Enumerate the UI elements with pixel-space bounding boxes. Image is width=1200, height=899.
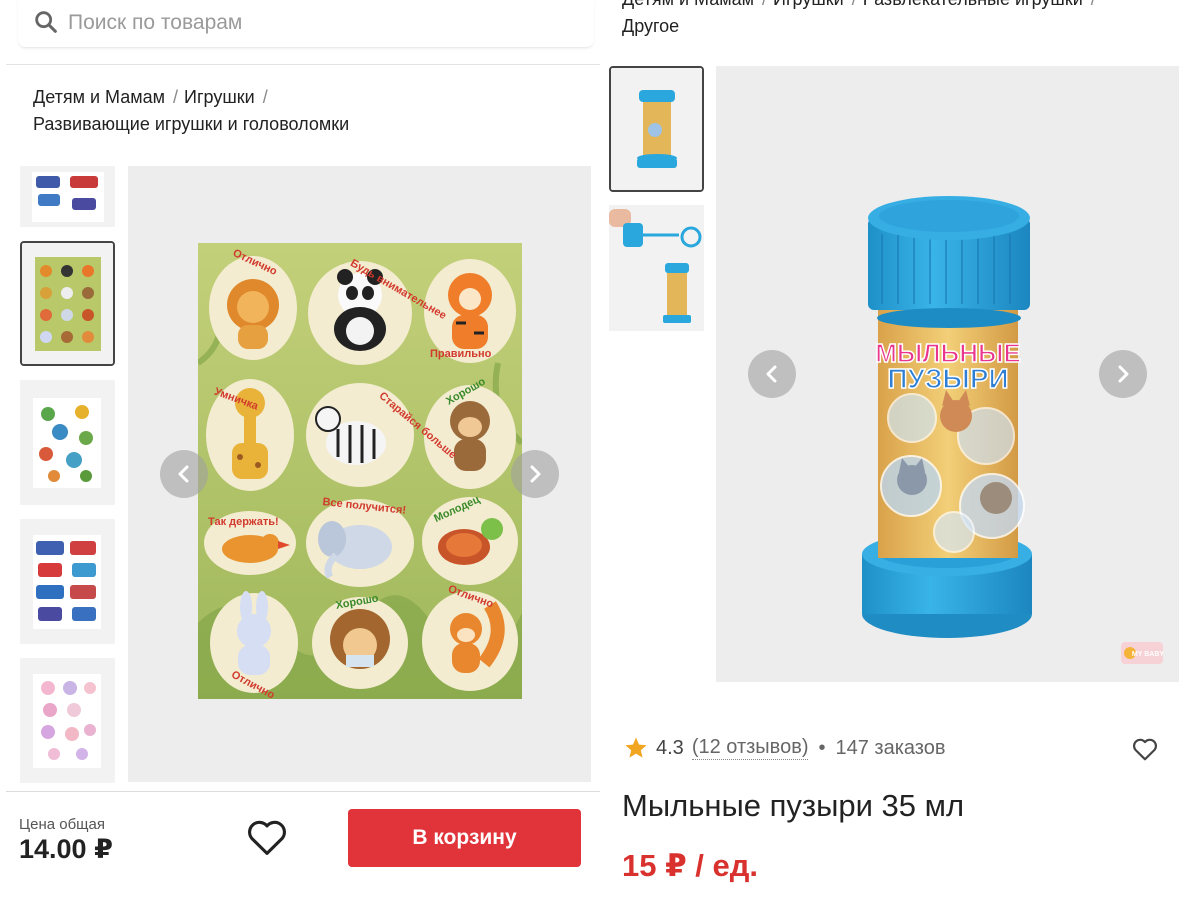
breadcrumb-item[interactable]: Другое xyxy=(622,16,679,36)
left-pane: Детям и Мамам/Игрушки/ Развивающие игруш… xyxy=(0,0,600,899)
next-image-button[interactable] xyxy=(511,450,559,498)
price-label: Цена общая xyxy=(19,816,105,833)
thumbnail-selected[interactable] xyxy=(609,66,704,192)
sticker-text: Так держать! xyxy=(208,516,279,528)
product-image-viewer[interactable]: Отлично Будь внимательнее Правильно Умни… xyxy=(128,166,591,782)
breadcrumb-item[interactable]: Игрушки xyxy=(184,87,255,107)
right-pane: Детям и Мамам / Игрушки / Развлекательные иг… xyxy=(600,0,1200,899)
rating-value: 4.3 xyxy=(656,736,684,759)
label-title-line2: ПУЗЫРИ xyxy=(887,363,1008,394)
thumbnail[interactable] xyxy=(20,658,115,783)
prev-image-button[interactable] xyxy=(160,450,208,498)
thumbnail[interactable] xyxy=(609,205,704,331)
brand-badge: MY BABY xyxy=(1132,651,1164,658)
product-image-viewer[interactable]: МЫЛЬНЫЕ ПУЗЫРИ MY BABY xyxy=(716,66,1179,682)
thumbnail[interactable] xyxy=(20,166,115,227)
breadcrumb-separator: / xyxy=(762,0,767,9)
breadcrumb-separator: / xyxy=(1091,0,1096,9)
add-to-cart-button[interactable]: В корзину xyxy=(348,809,581,867)
chevron-right-icon xyxy=(1118,365,1129,383)
sticker-text: Правильно xyxy=(430,348,492,360)
search-bar[interactable] xyxy=(18,0,594,48)
next-image-button[interactable] xyxy=(1099,350,1147,398)
meta-separator: • xyxy=(818,736,826,759)
product-meta: 4.3 (12 отзывов) • 147 заказов xyxy=(624,734,946,762)
breadcrumb-separator: / xyxy=(852,0,857,9)
purchase-bar: Цена общая 14.00 ₽ В корзину xyxy=(6,791,600,899)
breadcrumb-item[interactable]: Развивающие игрушки и головоломки xyxy=(33,114,349,134)
breadcrumb: Детям и Мамам / Игрушки / Развлекательные иг… xyxy=(622,0,1192,40)
breadcrumb-item[interactable]: Игрушки xyxy=(773,0,844,9)
breadcrumb-separator: / xyxy=(262,87,268,107)
sticker-sheet-image: Отлично Будь внимательнее Правильно Умни… xyxy=(196,243,525,702)
breadcrumb-item[interactable]: Развлекательные игрушки xyxy=(863,0,1083,9)
heart-icon[interactable] xyxy=(1132,737,1158,761)
orders-count: 147 заказов xyxy=(835,736,946,759)
search-input[interactable] xyxy=(68,6,568,40)
breadcrumb-item[interactable]: Детям и Мамам xyxy=(33,87,165,107)
thumbnail[interactable] xyxy=(20,519,115,644)
product-title: Мыльные пузыри 35 мл xyxy=(622,788,965,823)
breadcrumb-separator: / xyxy=(173,87,179,107)
breadcrumb: Детям и Мамам / Игрушки / Развивающие игруш… xyxy=(33,84,573,138)
chevron-right-icon xyxy=(530,465,541,483)
thumbnail[interactable] xyxy=(20,380,115,505)
prev-image-button[interactable] xyxy=(748,350,796,398)
thumbnail-strip[interactable] xyxy=(20,166,116,786)
price-total: 14.00 ₽ xyxy=(19,834,113,864)
reviews-link[interactable]: (12 отзывов) xyxy=(691,736,809,760)
thumbnail-selected[interactable] xyxy=(20,241,115,366)
breadcrumb-item[interactable]: Детям и Мамам xyxy=(622,0,754,9)
heart-icon[interactable] xyxy=(246,818,288,856)
divider xyxy=(6,64,600,65)
chevron-left-icon xyxy=(178,465,189,483)
thumbnail-strip[interactable] xyxy=(609,66,704,336)
chevron-left-icon xyxy=(766,365,777,383)
search-icon xyxy=(35,11,57,33)
star-icon xyxy=(625,737,647,758)
product-price: 15 ₽ / ед. xyxy=(622,848,759,883)
